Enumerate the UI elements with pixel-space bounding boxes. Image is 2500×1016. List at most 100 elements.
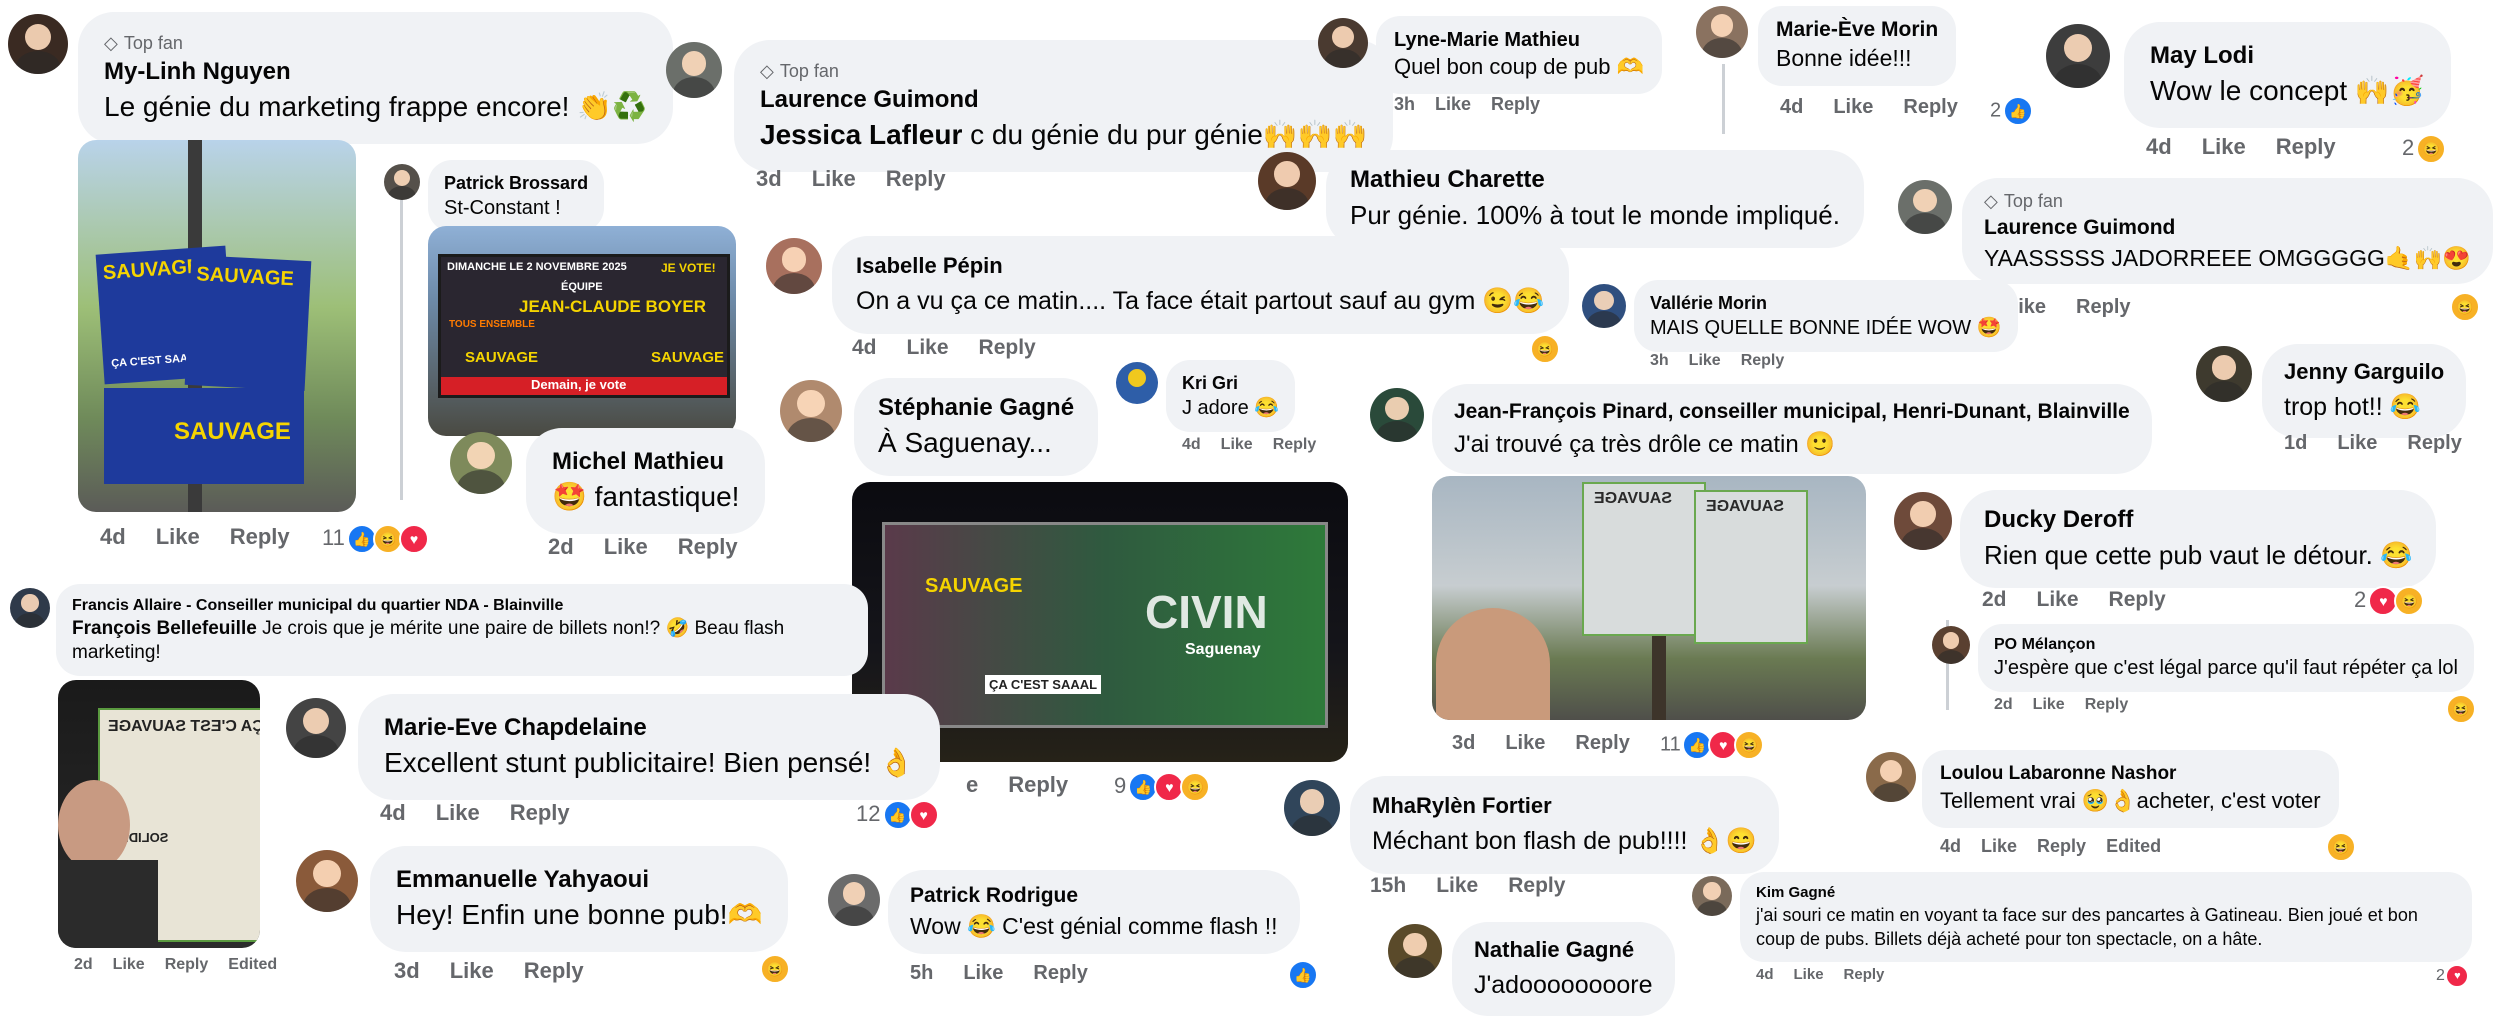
like-link[interactable]: Like bbox=[907, 336, 949, 359]
comment-author[interactable]: Vallérie Morin bbox=[1650, 291, 2002, 315]
comment-author[interactable]: My-Linh Nguyen bbox=[104, 56, 647, 88]
reaction-summary[interactable]: 9 👍 ♥ 😆 bbox=[1114, 772, 1211, 802]
avatar[interactable] bbox=[2196, 346, 2252, 402]
avatar[interactable] bbox=[1388, 924, 1442, 978]
reaction-summary[interactable]: 2 ♥ 😆 bbox=[2354, 586, 2425, 616]
reaction-summary[interactable]: 😆 bbox=[760, 954, 790, 984]
avatar[interactable] bbox=[1318, 18, 1368, 68]
comment-author[interactable]: Marie-Ève Morin bbox=[1776, 18, 1938, 42]
reaction-summary[interactable]: 👍 bbox=[1288, 960, 1318, 990]
reply-link[interactable]: Reply bbox=[1903, 96, 1957, 118]
reply-link[interactable]: Reply bbox=[979, 336, 1036, 359]
comment-author[interactable]: Patrick Brossard bbox=[444, 171, 588, 195]
avatar[interactable] bbox=[1696, 6, 1748, 58]
like-link[interactable]: Like bbox=[156, 524, 200, 549]
reply-link[interactable]: Reply bbox=[2037, 836, 2086, 856]
comment-author[interactable]: PO Mélançon bbox=[1994, 635, 2458, 655]
like-link[interactable]: Like bbox=[436, 800, 480, 825]
comment-author[interactable]: MhaRylèn Fortier bbox=[1372, 790, 1757, 822]
avatar[interactable] bbox=[8, 14, 68, 74]
reply-link[interactable]: Reply bbox=[2407, 432, 2461, 454]
mention[interactable]: François Bellefeuille bbox=[72, 618, 257, 639]
comment-author[interactable]: Mathieu Charette bbox=[1350, 164, 1840, 196]
comment-author[interactable]: Laurence Guimond bbox=[1984, 214, 2471, 242]
reaction-summary[interactable]: 😆 bbox=[2326, 832, 2356, 862]
comment-author[interactable]: Francis Allaire - Conseiller municipal d… bbox=[72, 595, 852, 617]
reply-link[interactable]: Reply bbox=[1008, 772, 1068, 797]
comment-author[interactable]: Jean-François Pinard, conseiller municip… bbox=[1454, 396, 2130, 428]
avatar[interactable] bbox=[828, 874, 880, 926]
avatar[interactable] bbox=[1692, 876, 1732, 916]
like-link[interactable]: Like bbox=[963, 962, 1003, 984]
reaction-summary[interactable]: 2 😆 bbox=[2402, 134, 2447, 164]
avatar[interactable] bbox=[780, 380, 842, 442]
reaction-summary[interactable]: 😆 bbox=[2450, 292, 2480, 322]
avatar[interactable] bbox=[1898, 180, 1952, 234]
photo-selfie-poster[interactable]: SAUVAGE SAUVAGE bbox=[1432, 476, 1866, 720]
comment-author[interactable]: Isabelle Pépin bbox=[856, 250, 1545, 282]
avatar[interactable] bbox=[766, 238, 822, 294]
like-link[interactable]: Like bbox=[1505, 732, 1545, 754]
avatar[interactable] bbox=[1258, 152, 1316, 210]
reply-link[interactable]: Reply bbox=[1273, 436, 1317, 453]
mention[interactable]: Jessica Lafleur bbox=[760, 119, 962, 150]
reply-link[interactable]: Reply bbox=[1575, 732, 1629, 754]
avatar[interactable] bbox=[1284, 780, 1340, 836]
reply-link[interactable]: Reply bbox=[1741, 352, 1785, 369]
like-link[interactable]: Like bbox=[1794, 966, 1824, 983]
avatar[interactable] bbox=[666, 42, 722, 98]
reply-link[interactable]: Reply bbox=[1508, 874, 1565, 897]
comment-author[interactable]: Stéphanie Gagné bbox=[878, 392, 1074, 424]
avatar[interactable] bbox=[1894, 492, 1952, 550]
reaction-summary[interactable]: 2 👍 bbox=[1990, 96, 2033, 126]
avatar[interactable] bbox=[1116, 362, 1158, 404]
like-link[interactable]: Like bbox=[2033, 696, 2065, 713]
comment-author[interactable]: Kim Gagné bbox=[1756, 883, 2456, 903]
comment-author[interactable]: Patrick Rodrigue bbox=[910, 882, 1278, 910]
avatar[interactable] bbox=[1582, 284, 1626, 328]
reply-link[interactable]: Reply bbox=[2085, 696, 2129, 713]
like-link[interactable]: Like bbox=[2037, 588, 2079, 611]
avatar[interactable] bbox=[384, 164, 420, 200]
comment-author[interactable]: Kri Gri bbox=[1182, 371, 1279, 395]
avatar[interactable] bbox=[1370, 388, 1424, 442]
avatar[interactable] bbox=[450, 432, 512, 494]
reply-link[interactable]: Reply bbox=[678, 534, 738, 559]
photo-billboard-boyer[interactable]: DIMANCHE LE 2 NOVEMBRE 2025 JE VOTE! ÉQU… bbox=[428, 226, 736, 436]
reaction-summary[interactable]: 11 👍 ♥ 😆 bbox=[1660, 730, 1765, 760]
reaction-summary[interactable]: 😆 bbox=[1530, 334, 1560, 364]
reaction-summary[interactable]: 😆 bbox=[2446, 694, 2476, 724]
reaction-summary[interactable]: 11 👍 😆 ♥ bbox=[322, 524, 429, 554]
reply-link[interactable]: Reply bbox=[1844, 966, 1885, 983]
comment-author[interactable]: Loulou Labaronne Nashor bbox=[1940, 762, 2321, 786]
like-link[interactable]: Like bbox=[2202, 134, 2246, 159]
avatar[interactable] bbox=[1932, 626, 1970, 664]
like-link[interactable]: Like bbox=[2337, 432, 2377, 454]
comment-author[interactable]: Nathalie Gagné bbox=[1474, 934, 1653, 966]
like-link[interactable]: Like bbox=[604, 534, 648, 559]
reply-link[interactable]: Reply bbox=[165, 956, 209, 973]
comment-author[interactable]: Laurence Guimond bbox=[760, 84, 1367, 116]
comment-author[interactable]: Emmanuelle Yahyaoui bbox=[396, 864, 762, 896]
comment-author[interactable]: May Lodi bbox=[2150, 40, 2425, 72]
reply-link[interactable]: Reply bbox=[524, 958, 584, 983]
like-link[interactable]: Like bbox=[1436, 874, 1478, 897]
avatar[interactable] bbox=[1866, 752, 1916, 802]
avatar[interactable] bbox=[2046, 24, 2110, 88]
reply-link[interactable]: Reply bbox=[2076, 296, 2130, 318]
reply-link[interactable]: Reply bbox=[510, 800, 570, 825]
reply-link[interactable]: Reply bbox=[886, 166, 946, 191]
photo-sign-selfie[interactable]: ÇA C'EST SAUVAGE SOLIDE bbox=[58, 680, 260, 948]
reply-link[interactable]: Reply bbox=[1033, 962, 1087, 984]
like-link[interactable]: Like bbox=[450, 958, 494, 983]
reply-link[interactable]: Reply bbox=[1491, 94, 1540, 114]
comment-author[interactable]: Jenny Garguilo bbox=[2284, 356, 2444, 388]
like-link[interactable]: Like bbox=[1981, 836, 2017, 856]
reaction-summary[interactable]: 2 ♥ bbox=[2436, 964, 2470, 988]
like-link[interactable]: Like bbox=[1435, 94, 1471, 114]
photo-street-poster[interactable]: SAUVAGE ÇA C'EST SAAAL SAUVAGE SAUVAGE bbox=[78, 140, 356, 512]
avatar[interactable] bbox=[10, 588, 50, 628]
reply-link[interactable]: Reply bbox=[2276, 134, 2336, 159]
avatar[interactable] bbox=[296, 850, 358, 912]
like-link[interactable]: Like bbox=[1689, 352, 1721, 369]
